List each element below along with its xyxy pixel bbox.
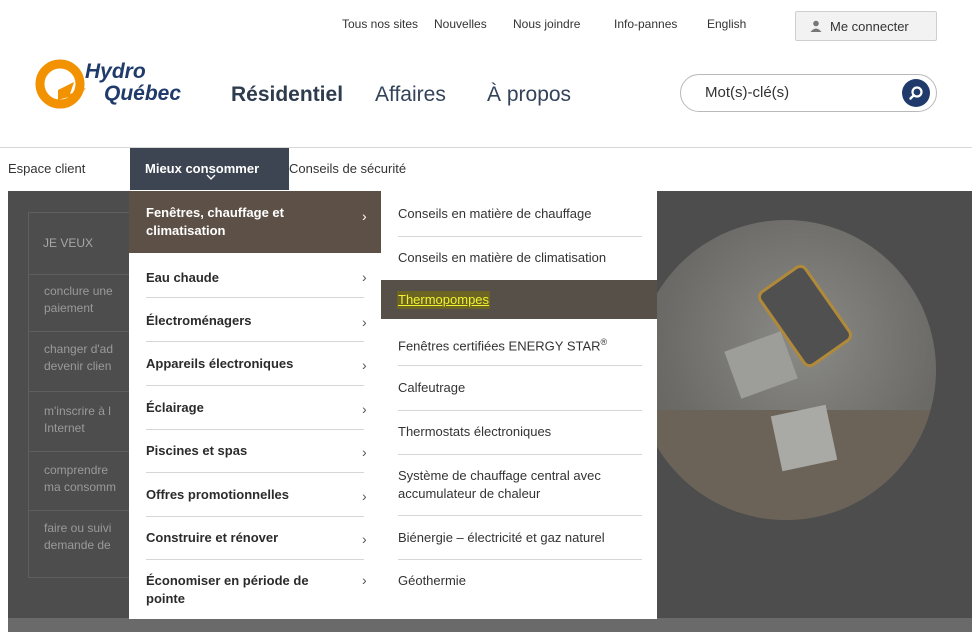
chevron-right-icon: › — [362, 401, 367, 417]
mega-menu-categories: Fenêtres, chauffage et climatisation › Ea… — [129, 191, 381, 619]
login-label: Me connecter — [830, 18, 909, 34]
logo-text-quebec: Québec — [104, 82, 182, 105]
divider — [146, 472, 364, 473]
divider — [146, 429, 364, 430]
divider — [29, 331, 139, 332]
divider — [398, 365, 642, 366]
menu-category-pools-spas[interactable]: Piscines et spas — [146, 442, 247, 460]
divider — [29, 510, 139, 511]
utility-link-news[interactable]: Nouvelles — [434, 17, 487, 31]
chevron-right-icon: › — [362, 488, 367, 504]
menu-link-heat-pumps[interactable]: Thermopompes — [397, 291, 491, 309]
divider — [146, 341, 364, 342]
utility-link-all-sites[interactable]: Tous nos sites — [342, 17, 418, 31]
chevron-right-icon: › — [362, 314, 367, 330]
subnav-safety-tips[interactable]: Conseils de sécurité — [281, 148, 414, 190]
i-want-panel: JE VEUX conclure une paiement changer d'a… — [28, 212, 139, 578]
subnav-mieux-consommer-label: Mieux consommer — [145, 161, 260, 176]
main-nav-residential[interactable]: Résidentiel — [231, 83, 343, 107]
menu-category-windows-heating[interactable]: Fenêtres, chauffage et climatisation — [146, 204, 284, 240]
user-icon — [810, 20, 822, 32]
chevron-down-icon — [206, 174, 216, 180]
divider — [29, 451, 139, 452]
menu-category-peak-savings[interactable]: Économiser en période de pointe — [146, 572, 309, 608]
divider — [398, 410, 642, 411]
menu-link-energy-star-windows[interactable]: Fenêtres certifiées ENERGY STAR® — [398, 333, 607, 355]
divider — [398, 236, 642, 237]
divider — [146, 297, 364, 298]
main-nav-about[interactable]: À propos — [487, 83, 571, 107]
divider — [146, 516, 364, 517]
menu-category-lighting[interactable]: Éclairage — [146, 399, 204, 417]
menu-link-weatherstripping[interactable]: Calfeutrage — [398, 379, 465, 397]
menu-category-appliances[interactable]: Électroménagers — [146, 312, 252, 330]
subnav-mieux-consommer[interactable]: Mieux consommer — [130, 148, 289, 190]
menu-category-promotions[interactable]: Offres promotionnelles — [146, 486, 289, 504]
menu-link-heating-tips[interactable]: Conseils en matière de chauffage — [398, 205, 591, 223]
i-want-title: JE VEUX — [43, 236, 94, 250]
login-button[interactable]: Me connecter — [795, 11, 937, 41]
divider — [146, 559, 364, 560]
utility-link-contact[interactable]: Nous joindre — [513, 17, 580, 31]
menu-link-cooling-tips[interactable]: Conseils en matière de climatisation — [398, 249, 606, 267]
search-placeholder: Mot(s)-clé(s) — [705, 84, 790, 101]
utility-bar: Tous nos sites Nouvelles Nous joindre In… — [0, 8, 972, 41]
hydro-quebec-logo[interactable]: Hydro Québec — [30, 54, 220, 124]
subnav-client-space[interactable]: Espace client — [0, 148, 93, 190]
menu-link-thermostats[interactable]: Thermostats électroniques — [398, 423, 551, 441]
menu-category-hot-water[interactable]: Eau chaude — [146, 269, 219, 287]
divider — [398, 559, 642, 560]
menu-link-geothermal[interactable]: Géothermie — [398, 572, 466, 590]
smart-home-image — [636, 220, 936, 520]
menu-link-central-heating-storage[interactable]: Système de chauffage central avec accumul… — [398, 467, 601, 503]
search-icon — [909, 86, 923, 100]
logo-text-hydro: Hydro — [85, 60, 146, 83]
hero-bottom-band — [8, 618, 972, 632]
divider — [398, 515, 642, 516]
divider — [29, 391, 139, 392]
chevron-right-icon: › — [362, 572, 367, 588]
divider — [146, 385, 364, 386]
chevron-right-icon: › — [362, 269, 367, 285]
chevron-right-icon: › — [362, 208, 367, 224]
search-button[interactable] — [902, 79, 930, 107]
search-field[interactable]: Mot(s)-clé(s) — [680, 74, 937, 112]
menu-category-build-renovate[interactable]: Construire et rénover — [146, 529, 278, 547]
chevron-right-icon: › — [362, 444, 367, 460]
main-nav-business[interactable]: Affaires — [375, 83, 446, 107]
menu-link-dual-energy[interactable]: Biénergie – électricité et gaz naturel — [398, 529, 605, 547]
thermostat-image — [770, 404, 838, 472]
divider — [29, 274, 139, 275]
menu-category-electronics[interactable]: Appareils électroniques — [146, 355, 293, 373]
chevron-right-icon: › — [362, 531, 367, 547]
divider — [398, 454, 642, 455]
utility-link-english[interactable]: English — [707, 17, 746, 31]
chevron-right-icon: › — [362, 357, 367, 373]
mega-menu-subitems: Conseils en matière de chauffage Conseil… — [381, 191, 657, 619]
utility-link-outages[interactable]: Info-pannes — [614, 17, 677, 31]
